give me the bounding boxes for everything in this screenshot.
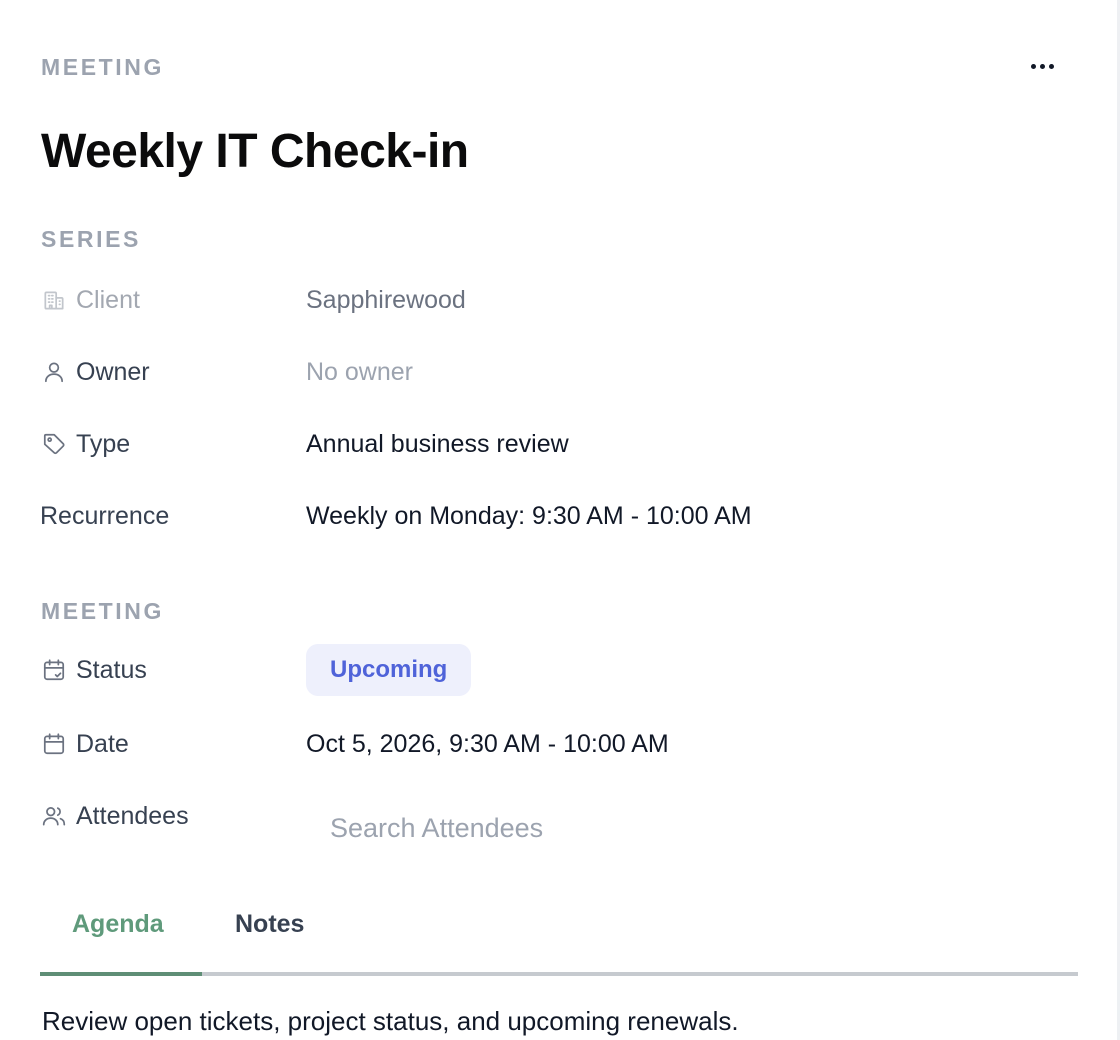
type-label: Type xyxy=(40,430,306,459)
tab-agenda[interactable]: Agenda xyxy=(72,910,164,939)
active-tab-indicator xyxy=(40,972,202,976)
more-options-button[interactable] xyxy=(1018,50,1066,82)
date-row: Date Oct 5, 2026, 9:30 AM - 10:00 AM xyxy=(40,724,669,764)
attendees-label: Attendees xyxy=(40,802,306,831)
building-icon xyxy=(40,286,68,314)
calendar-check-icon xyxy=(40,656,68,684)
users-icon xyxy=(40,802,68,830)
status-label: Status xyxy=(40,656,306,685)
owner-value[interactable]: No owner xyxy=(306,358,413,387)
owner-label: Owner xyxy=(40,358,306,387)
record-type-label: MEETING xyxy=(41,54,164,80)
type-value[interactable]: Annual business review xyxy=(306,430,569,459)
series-section-heading: SERIES xyxy=(41,226,141,252)
search-attendees-input[interactable] xyxy=(306,804,706,852)
status-row: Status Upcoming xyxy=(40,644,472,696)
attendees-row: Attendees xyxy=(40,796,306,836)
tag-icon xyxy=(40,430,68,458)
date-label: Date xyxy=(40,730,306,759)
agenda-content[interactable]: Review open tickets, project status, and… xyxy=(42,1006,739,1037)
user-icon xyxy=(40,358,68,386)
client-label: Client xyxy=(40,286,306,315)
recurrence-label: Recurrence xyxy=(40,501,170,530)
calendar-icon xyxy=(40,730,68,758)
client-value[interactable]: Sapphirewood xyxy=(306,286,466,315)
status-badge[interactable]: Upcoming xyxy=(306,644,472,696)
tab-notes[interactable]: Notes xyxy=(235,910,304,939)
date-value[interactable]: Oct 5, 2026, 9:30 AM - 10:00 AM xyxy=(306,730,669,759)
client-row: Client Sapphirewood xyxy=(40,280,466,320)
recurrence-row: Recurrence Weekly on Monday: 9:30 AM - 1… xyxy=(40,496,752,536)
recurrence-value[interactable]: Weekly on Monday: 9:30 AM - 10:00 AM xyxy=(306,502,752,531)
owner-row: Owner No owner xyxy=(40,352,413,392)
more-horizontal-icon xyxy=(1030,63,1036,69)
tab-bar: Agenda Notes xyxy=(40,900,1078,976)
page-title: Weekly IT Check-in xyxy=(41,125,469,178)
type-row: Type Annual business review xyxy=(40,424,569,464)
meeting-section-heading: MEETING xyxy=(41,598,164,624)
